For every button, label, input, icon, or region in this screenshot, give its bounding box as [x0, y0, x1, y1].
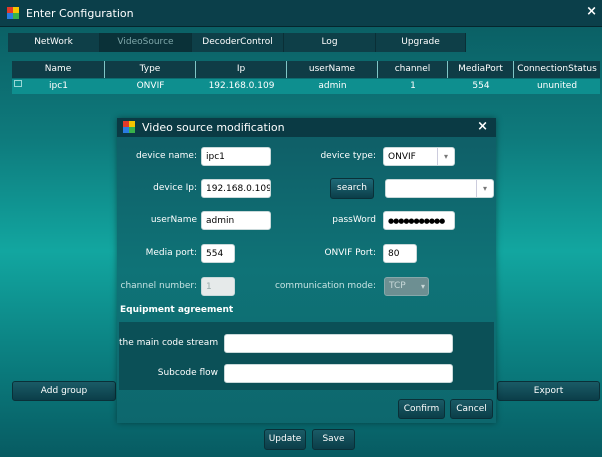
- sub-stream-field[interactable]: [224, 364, 453, 383]
- export-button[interactable]: Export: [497, 381, 600, 401]
- channel-number-label: channel number:: [120, 281, 197, 291]
- equipment-agreement-title: Equipment agreement: [120, 305, 234, 315]
- communication-mode-value: TCP: [389, 281, 406, 291]
- stream-panel: the main code stream Subcode flow: [119, 322, 494, 390]
- column-header-channel[interactable]: channel: [378, 61, 448, 78]
- search-result-select[interactable]: ▾: [385, 179, 494, 198]
- chevron-down-icon: ▾: [420, 282, 425, 291]
- communication-mode-label: communication mode:: [274, 281, 376, 291]
- username-field[interactable]: admin: [201, 211, 271, 230]
- app-icon: [7, 7, 19, 19]
- main-stream-field[interactable]: [224, 334, 453, 353]
- username-label: userName: [150, 215, 197, 225]
- device-name-field[interactable]: ipc1: [201, 147, 271, 166]
- cell-connectionstatus: ununited: [536, 81, 578, 91]
- cell-mediaport: 554: [472, 81, 490, 91]
- dialog-close-icon[interactable]: ×: [477, 119, 488, 134]
- device-type-label: device type:: [320, 151, 376, 161]
- update-button[interactable]: Update: [264, 429, 306, 450]
- onvif-port-field[interactable]: 80: [383, 244, 417, 263]
- media-port-label: Media port:: [145, 248, 197, 258]
- column-header-connectionstatus[interactable]: ConnectionStatus: [514, 61, 600, 78]
- column-header-type[interactable]: Type: [105, 61, 196, 78]
- channel-number-field[interactable]: 1: [201, 277, 235, 296]
- password-label: passWord: [332, 215, 376, 225]
- main-stream-label: the main code stream: [119, 338, 219, 348]
- communication-mode-select[interactable]: TCP ▾: [384, 277, 429, 296]
- window-title: Enter Configuration: [26, 7, 134, 20]
- sub-stream-label: Subcode flow: [157, 368, 218, 378]
- tab-bar: NetWork VideoSource DecoderControl Log U…: [8, 33, 466, 52]
- cancel-button[interactable]: Cancel: [450, 399, 493, 419]
- dialog-app-icon: [123, 121, 136, 134]
- tab-network[interactable]: NetWork: [8, 33, 100, 52]
- window-title-bar: Enter Configuration ×: [0, 0, 602, 27]
- onvif-port-label: ONVIF Port:: [324, 248, 376, 258]
- confirm-button[interactable]: Confirm: [398, 399, 445, 419]
- row-checkbox-icon[interactable]: [14, 80, 22, 87]
- cell-name: ipc1: [49, 81, 68, 91]
- save-button[interactable]: Save: [312, 429, 355, 450]
- table-row[interactable]: ipc1 ONVIF 192.168.0.109 admin 1 554 unu…: [12, 79, 600, 94]
- device-type-select[interactable]: ONVIF ▾: [383, 147, 455, 166]
- table-header: Name Type Ip userName channel MediaPort …: [12, 61, 600, 78]
- column-header-username[interactable]: userName: [287, 61, 378, 78]
- device-name-label: device name:: [136, 151, 197, 161]
- chevron-down-icon: ▾: [437, 148, 454, 165]
- dialog-title: Video source modification: [142, 121, 285, 134]
- device-ip-field[interactable]: 192.168.0.109: [201, 179, 271, 198]
- cell-ip: 192.168.0.109: [208, 81, 275, 91]
- password-field[interactable]: ●●●●●●●●●●●: [383, 211, 455, 230]
- cell-channel: 1: [410, 81, 416, 91]
- tab-log[interactable]: Log: [284, 33, 376, 52]
- search-button[interactable]: search: [330, 178, 374, 199]
- device-ip-label: device Ip:: [153, 183, 197, 193]
- add-group-button[interactable]: Add group: [12, 381, 116, 401]
- column-header-mediaport[interactable]: MediaPort: [448, 61, 514, 78]
- device-type-value: ONVIF: [388, 152, 416, 162]
- window-close-icon[interactable]: ×: [586, 5, 597, 19]
- tab-upgrade[interactable]: Upgrade: [376, 33, 466, 52]
- video-source-dialog: Video source modification × device name:…: [117, 118, 496, 423]
- cell-type: ONVIF: [136, 81, 165, 91]
- column-header-name[interactable]: Name: [12, 61, 105, 78]
- media-port-field[interactable]: 554: [201, 244, 235, 263]
- dialog-title-bar: Video source modification ×: [117, 118, 496, 137]
- column-header-ip[interactable]: Ip: [196, 61, 287, 78]
- cell-username: admin: [318, 81, 347, 91]
- tab-decodercontrol[interactable]: DecoderControl: [192, 33, 284, 52]
- chevron-down-icon: ▾: [476, 180, 493, 197]
- tab-videosource[interactable]: VideoSource: [100, 33, 192, 52]
